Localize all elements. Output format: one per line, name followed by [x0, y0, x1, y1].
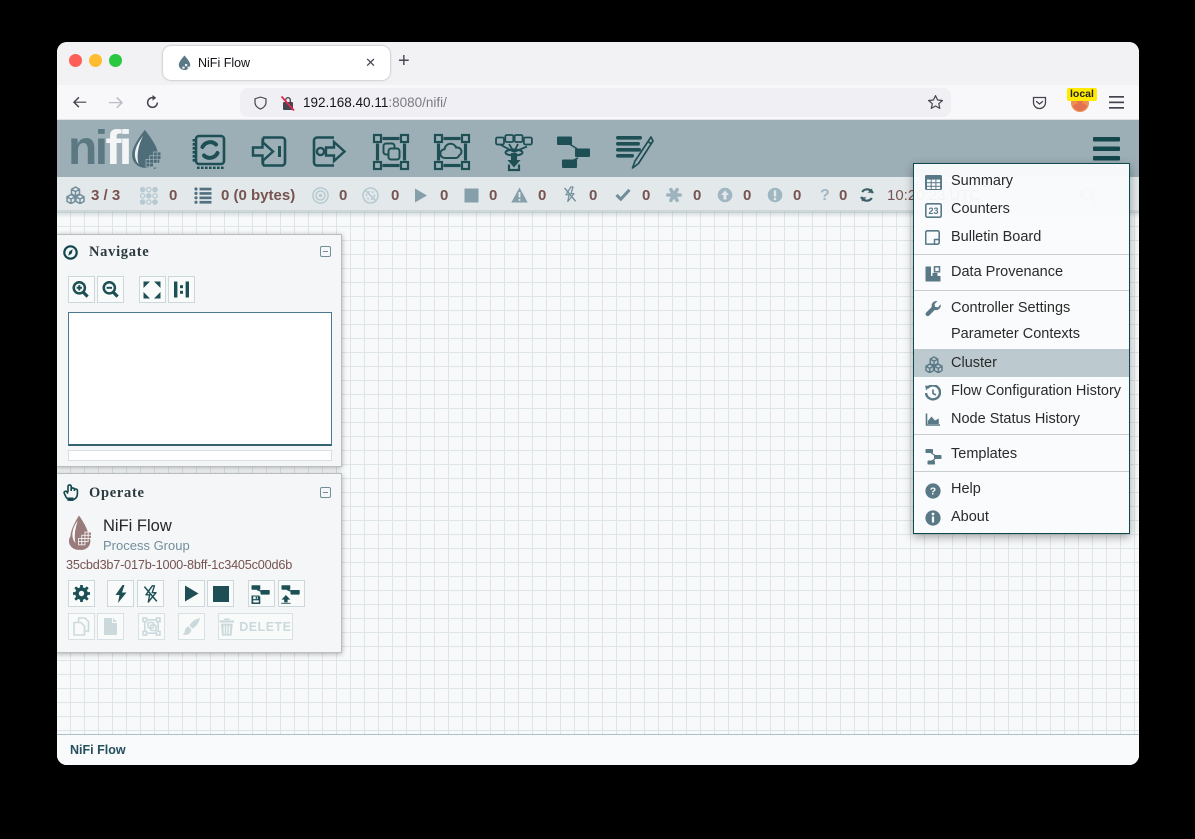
svg-text:?: ? [930, 485, 936, 497]
svg-text:23: 23 [928, 206, 938, 216]
